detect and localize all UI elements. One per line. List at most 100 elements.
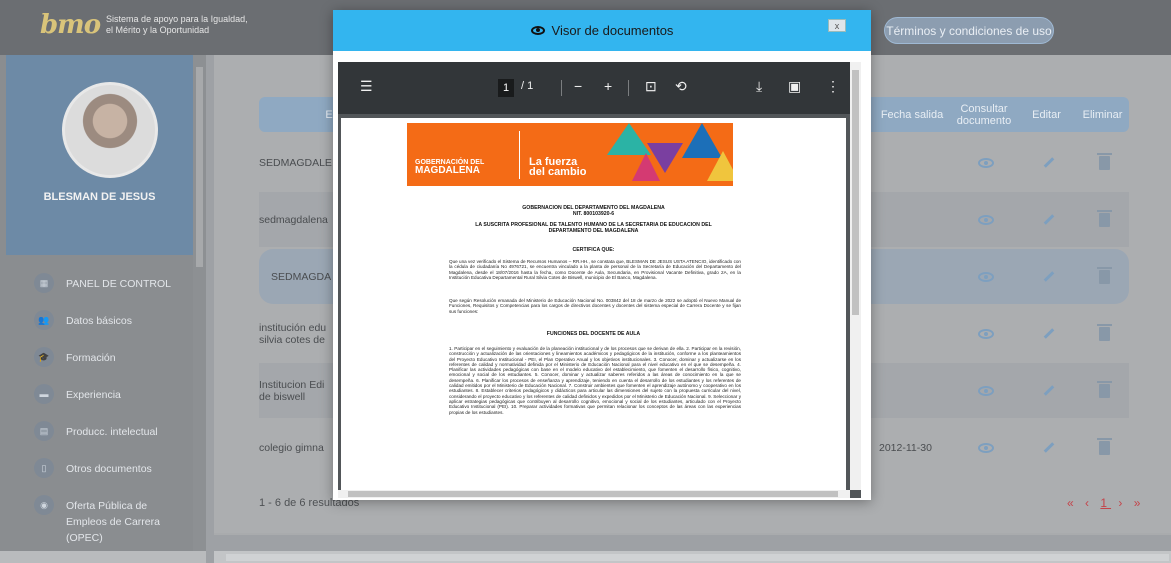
pdf-viewer: ☰ 1 / 1 − + ⊡ ⟲ ⤓ ▣ ⋮ GOBERNACIÓN DEL MA… <box>338 62 861 498</box>
eye-icon <box>530 26 545 35</box>
profile-panel: BLESMAN DE JESUS <box>6 55 193 255</box>
sidebar-item-label: Experiencia <box>66 389 121 401</box>
sidebar-menu: ▦ PANEL DE CONTROL 👥 Datos básicos 🎓 For… <box>6 267 193 544</box>
banner-gov-line-2: MAGDALENA <box>415 165 480 176</box>
last-page-button[interactable]: » <box>1134 496 1145 510</box>
main-scroll-thumb[interactable] <box>226 554 1169 561</box>
pdf-hscroll-thumb[interactable] <box>348 491 838 497</box>
view-document-button[interactable] <box>971 363 1001 418</box>
delete-button[interactable] <box>1089 420 1119 475</box>
sidebar-item-formacion[interactable]: 🎓 Formación <box>6 341 193 378</box>
graduate-icon: 🎓 <box>34 347 54 367</box>
more-options-icon[interactable]: ⋮ <box>826 78 840 95</box>
sidebar-item-datos-basicos[interactable]: 👥 Datos básicos <box>6 304 193 341</box>
opec-line-1: Oferta Pública de <box>66 500 148 512</box>
edit-button[interactable] <box>1034 363 1064 418</box>
delete-button[interactable] <box>1089 306 1119 361</box>
dashboard-icon: ▦ <box>34 273 54 293</box>
pencil-icon <box>1043 271 1055 282</box>
fit-page-icon[interactable]: ⊡ <box>645 78 657 95</box>
pdf-scroll-thumb[interactable] <box>852 70 859 315</box>
people-icon: 👥 <box>34 310 54 330</box>
trash-icon <box>1096 437 1112 455</box>
sidebar-item-label: Otros documentos <box>66 463 152 475</box>
toolbar-separator <box>628 80 629 96</box>
logo-line-2: el Mérito y la Oportunidad <box>106 25 210 35</box>
pdf-vertical-scrollbar[interactable] <box>850 62 861 490</box>
sidebar-item-label: Producc. intelectual <box>66 426 158 438</box>
download-icon[interactable]: ⤓ <box>756 78 762 95</box>
pencil-icon <box>1043 214 1055 225</box>
cell-exit-date: 2012-11-30 <box>879 441 932 454</box>
eye-icon <box>978 442 994 453</box>
rotate-icon[interactable]: ⟲ <box>675 78 687 95</box>
doc-heading-4: DEPARTAMENTO DEL MAGDALENA <box>548 228 639 234</box>
sidebar-scroll-thumb[interactable] <box>196 67 203 267</box>
sidebar-item-label: Datos básicos <box>66 315 132 327</box>
app-logo[interactable]: bmo Sistema de apoyo para la Igualdad, e… <box>40 10 248 40</box>
document-banner: GOBERNACIÓN DEL MAGDALENA La fuerza del … <box>407 123 733 186</box>
view-document-button[interactable] <box>971 249 1001 304</box>
pencil-icon <box>1043 328 1055 339</box>
page-number[interactable]: 1 <box>1100 496 1111 510</box>
header-view-document: Consultar documento <box>956 102 1012 127</box>
eye-icon <box>978 271 994 282</box>
delete-button[interactable] <box>1089 135 1119 190</box>
close-button[interactable]: x <box>828 19 846 32</box>
opec-line-2: Empleos de Carrera (OPEC) <box>66 516 160 544</box>
banner-divider <box>519 131 520 179</box>
edit-button[interactable] <box>1034 306 1064 361</box>
main-horizontal-scrollbar[interactable] <box>214 551 1171 563</box>
doc-certifica: CERTIFICA QUE: <box>572 247 615 253</box>
view-document-button[interactable] <box>971 306 1001 361</box>
page-number-input[interactable]: 1 <box>498 79 514 97</box>
sidebar: BLESMAN DE JESUS ▦ PANEL DE CONTROL 👥 Da… <box>0 55 206 563</box>
trash-icon <box>1096 209 1112 227</box>
sidebar-horizontal-scrollbar[interactable] <box>0 551 206 563</box>
pagination: « ‹ 1 › » <box>1067 496 1144 510</box>
banner-slogan-2: del cambio <box>529 166 587 178</box>
print-icon[interactable]: ▣ <box>788 78 801 95</box>
next-page-button[interactable]: › <box>1118 496 1126 510</box>
zoom-in-icon[interactable]: + <box>604 78 612 94</box>
menu-icon[interactable]: ☰ <box>360 78 373 95</box>
trash-icon <box>1096 266 1112 284</box>
pdf-toolbar: ☰ 1 / 1 − + ⊡ ⟲ ⤓ ▣ ⋮ <box>338 62 850 114</box>
edit-button[interactable] <box>1034 135 1064 190</box>
document-icon: ▯ <box>34 458 54 478</box>
delete-button[interactable] <box>1089 192 1119 247</box>
toolbar-separator <box>561 80 562 96</box>
banner-gov-text: GOBERNACIÓN DEL MAGDALENA <box>415 159 484 176</box>
eye-icon <box>978 214 994 225</box>
sidebar-scrollbar[interactable] <box>193 55 206 563</box>
delete-button[interactable] <box>1089 363 1119 418</box>
avatar <box>62 82 158 178</box>
edit-button[interactable] <box>1034 192 1064 247</box>
sidebar-item-otros-documentos[interactable]: ▯ Otros documentos <box>6 452 193 489</box>
terms-button[interactable]: Términos y condiciones de uso <box>884 17 1054 44</box>
trash-icon <box>1096 380 1112 398</box>
globe-icon: ◉ <box>34 495 54 515</box>
eye-icon <box>978 385 994 396</box>
view-document-button[interactable] <box>971 135 1001 190</box>
logo-line-1: Sistema de apoyo para la Igualdad, <box>106 14 248 24</box>
zoom-out-icon[interactable]: − <box>574 78 582 94</box>
edit-button[interactable] <box>1034 420 1064 475</box>
first-page-button[interactable]: « <box>1067 496 1078 510</box>
banner-slogan: La fuerza del cambio <box>529 157 587 178</box>
pdf-horizontal-scrollbar[interactable] <box>338 490 850 498</box>
doc-paragraph-2: Que según Resolución emanada del Ministe… <box>449 298 741 314</box>
page-total: / 1 <box>521 80 534 92</box>
sidebar-item-label: PANEL DE CONTROL <box>66 278 172 290</box>
delete-button[interactable] <box>1089 249 1119 304</box>
sidebar-item-panel-control[interactable]: ▦ PANEL DE CONTROL <box>6 267 193 304</box>
edit-button[interactable] <box>1034 249 1064 304</box>
prev-page-button[interactable]: ‹ <box>1085 496 1093 510</box>
sidebar-item-experiencia[interactable]: ▬ Experiencia <box>6 378 193 415</box>
briefcase-icon: ▬ <box>34 384 54 404</box>
doc-paragraph-1: Que una vez verificado el Sistema de Rec… <box>449 259 741 280</box>
sidebar-item-produccion-intelectual[interactable]: ▤ Producc. intelectual <box>6 415 193 452</box>
view-document-button[interactable] <box>971 420 1001 475</box>
sidebar-item-opec[interactable]: ◉ Oferta Pública de Empleos de Carrera (… <box>6 489 193 544</box>
view-document-button[interactable] <box>971 192 1001 247</box>
